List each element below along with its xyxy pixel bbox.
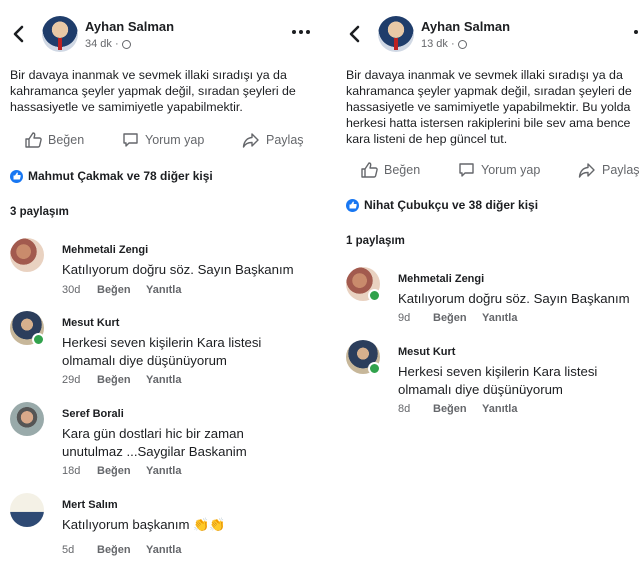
likes-text: Mahmut Çakmak ve 78 diğer kişi [28, 169, 213, 183]
post-actions: Beğen Yorum yap Paylaş [0, 132, 318, 152]
back-arrow-icon[interactable] [348, 25, 364, 45]
commenter-name[interactable]: Mert Salım [62, 499, 118, 511]
post-line: kahramanca şeyler yapmak değil, sıradan … [346, 84, 632, 98]
globe-icon [457, 39, 467, 49]
author-name[interactable]: Ayhan Salman [421, 19, 510, 34]
more-icon[interactable] [634, 30, 638, 34]
comment-reply-link[interactable]: Yanıtla [146, 544, 181, 556]
commenter-avatar[interactable] [10, 402, 44, 436]
post-line: herkesi hatta istersen rakiplerini bile … [346, 116, 631, 130]
comment-reply-link[interactable]: Yanıtla [146, 374, 181, 386]
comment-button[interactable]: Yorum yap [458, 162, 540, 178]
commenter-name[interactable]: Mehmetali Zengi [398, 273, 484, 285]
comment-text: Kara gün dostlari hic bir zaman unutulma… [62, 426, 247, 459]
likes-summary[interactable]: Mahmut Çakmak ve 78 diğer kişi [10, 169, 213, 183]
comment-icon [459, 163, 474, 177]
comment-button[interactable]: Yorum yap [122, 132, 204, 148]
comment-text-body: Katılıyorum başkanım [62, 517, 190, 532]
post-meta: 13 dk · [421, 38, 467, 50]
commenter-avatar[interactable] [10, 493, 44, 527]
comment-time: 5d [62, 544, 75, 556]
author-avatar[interactable] [42, 16, 78, 52]
right-post-panel: Ayhan Salman 13 dk · Bir davaya inanmak … [320, 0, 640, 563]
online-indicator [368, 362, 381, 375]
commenter-name[interactable]: Mesut Kurt [398, 346, 455, 358]
comment-like-link[interactable]: Beğen [433, 403, 482, 415]
back-arrow-icon[interactable] [12, 25, 28, 45]
post-line: Bir davaya inanmak ve sevmek illaki sıra… [10, 68, 287, 82]
like-badge-icon [346, 198, 359, 212]
comment-reply-link[interactable]: Yanıtla [482, 403, 517, 415]
commenter-name[interactable]: Mehmetali Zengi [62, 244, 148, 256]
like-label: Beğen [48, 133, 85, 147]
likes-text: Nihat Çubukçu ve 38 diğer kişi [364, 198, 539, 212]
comment-footer: 29d Beğen Yanıtla [62, 374, 181, 386]
comment-like-link[interactable]: Beğen [97, 374, 146, 386]
comment-time: 30d [62, 284, 81, 296]
share-label: Paylaş [266, 133, 304, 147]
commenter-name[interactable]: Seref Borali [62, 408, 124, 420]
commenter-avatar[interactable] [346, 267, 381, 302]
comment-like-link[interactable]: Beğen [97, 284, 146, 296]
comment-reply-link[interactable]: Yanıtla [146, 465, 181, 477]
comment-time: 8d [398, 403, 411, 415]
like-button[interactable]: Beğen [25, 132, 84, 148]
comment-like-link[interactable]: Beğen [97, 465, 146, 477]
comment-like-link[interactable]: Beğen [97, 544, 146, 556]
comment-like-link[interactable]: Beğen [433, 312, 482, 324]
commenter-name[interactable]: Mesut Kurt [62, 317, 119, 329]
online-indicator [368, 289, 381, 302]
comment-text: Katılıyorum doğru söz. Sayın Başkanım [398, 291, 630, 306]
comment-time: 9d [398, 312, 411, 324]
post-actions: Beğen Yorum yap Paylaş [320, 162, 640, 182]
share-button[interactable]: Paylaş [242, 132, 304, 148]
comment-footer: 9d Beğen Yanıtla [398, 312, 517, 324]
share-icon [578, 163, 595, 178]
comment-text: Herkesi seven kişilerin Kara listesi olm… [398, 364, 598, 397]
more-icon[interactable] [292, 30, 296, 34]
comment-label: Yorum yap [145, 133, 205, 147]
like-icon [25, 132, 42, 148]
post-time: 34 dk · [85, 38, 119, 50]
like-label: Beğen [384, 163, 421, 177]
like-button[interactable]: Beğen [361, 162, 420, 178]
commenter-avatar[interactable] [10, 238, 44, 272]
post-line: kara listeni de hep güncel tut. [346, 132, 508, 146]
post-meta: 34 dk · [85, 38, 131, 50]
comment-text: Katılıyorum doğru söz. Sayın Başkanım [62, 262, 294, 277]
comment-time: 29d [62, 374, 81, 386]
left-post-panel: Ayhan Salman 34 dk · Bir davaya inanmak … [0, 0, 318, 563]
share-icon [242, 133, 259, 148]
shares-count[interactable]: 3 paylaşım [10, 206, 69, 218]
comment-reply-link[interactable]: Yanıtla [146, 284, 181, 296]
post-time: 13 dk · [421, 38, 455, 50]
comment-footer: 18d Beğen Yanıtla [62, 465, 181, 477]
comment-reply-link[interactable]: Yanıtla [482, 312, 517, 324]
commenter-avatar[interactable] [346, 340, 381, 375]
share-label: Paylaş [602, 163, 640, 177]
shares-count[interactable]: 1 paylaşım [346, 235, 405, 247]
comment-text: Katılıyorum başkanım 👏👏 [62, 516, 226, 534]
comment-footer: 8d Beğen Yanıtla [398, 403, 517, 415]
comment-icon [123, 133, 138, 147]
comment-text: Herkesi seven kişilerin Kara listesi olm… [62, 335, 262, 368]
comment-footer: 30d Beğen Yanıtla [62, 284, 181, 296]
post-line: kahramanca şeyler yapmak değil, sıradan … [10, 84, 296, 98]
share-button[interactable]: Paylaş [578, 162, 640, 178]
comment-label: Yorum yap [481, 163, 541, 177]
commenter-avatar[interactable] [10, 311, 45, 346]
post-line: hassasiyetle ve samimiyetle yapabilmekti… [10, 100, 243, 114]
clapping-hands-icon: 👏👏 [193, 517, 226, 532]
online-indicator [32, 333, 45, 346]
post-line: Bir davaya inanmak ve sevmek illaki sıra… [346, 68, 623, 82]
comment-time: 18d [62, 465, 81, 477]
author-name[interactable]: Ayhan Salman [85, 19, 174, 34]
comment-footer: 5d Beğen Yanıtla [62, 544, 181, 556]
like-badge-icon [10, 169, 23, 183]
globe-icon [121, 39, 131, 49]
author-avatar[interactable] [378, 16, 414, 52]
post-line: hassasiyetle ve samimiyetle yapabilmekti… [346, 100, 631, 114]
like-icon [361, 162, 378, 178]
likes-summary[interactable]: Nihat Çubukçu ve 38 diğer kişi [346, 198, 538, 212]
